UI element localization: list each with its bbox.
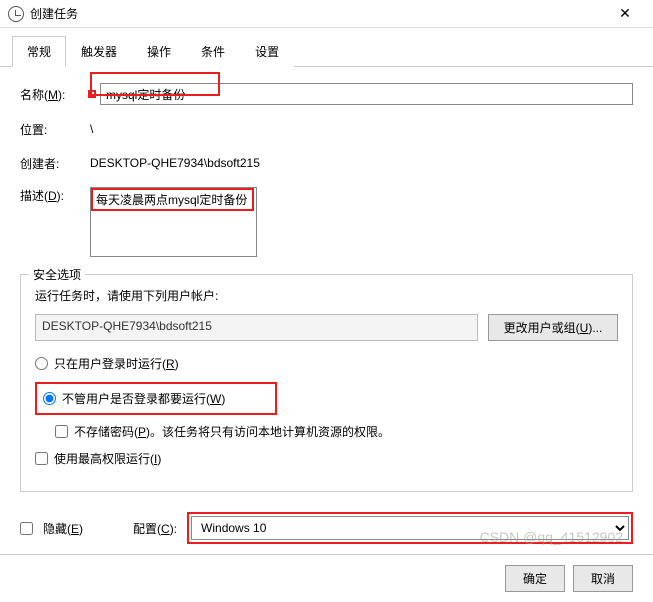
tab-conditions[interactable]: 条件 xyxy=(186,36,240,67)
creator-label: 创建者: xyxy=(20,155,90,172)
close-icon: ✕ xyxy=(619,5,631,22)
tab-settings[interactable]: 设置 xyxy=(240,36,294,67)
checkbox-highest-priv[interactable] xyxy=(35,452,48,465)
radio-logged-on-label: 只在用户登录时运行(R)只在用户登录时运行(R) xyxy=(54,355,179,372)
config-label: 配置(C):配置(C): xyxy=(133,520,177,537)
window-title: 创建任务 xyxy=(30,5,78,22)
runas-user-display: DESKTOP-QHE7934\bdsoft215 xyxy=(35,314,478,341)
checkbox-no-store-pwd[interactable] xyxy=(55,425,68,438)
tab-general[interactable]: 常规 xyxy=(12,36,66,67)
change-user-button[interactable]: 更改用户或组(U)...更改用户或组(U)... xyxy=(488,314,618,341)
security-legend: 安全选项 xyxy=(29,266,85,283)
no-store-pwd-label: 不存储密码(P)。该任务将只有访问本地计算机资源的权限。不存储密码(P)。该任务… xyxy=(74,423,390,440)
tab-actions[interactable]: 操作 xyxy=(132,36,186,67)
config-select[interactable]: Windows 10 xyxy=(191,516,629,540)
security-help: 运行任务时，请使用下列用户帐户: xyxy=(35,287,618,304)
location-label: 位置: xyxy=(20,121,90,138)
tab-strip: 常规 触发器 操作 条件 设置 xyxy=(0,36,653,67)
radio-logged-on[interactable] xyxy=(35,357,48,370)
hidden-label: 隐藏(E)隐藏(E) xyxy=(43,520,83,537)
radio-always[interactable] xyxy=(43,392,56,405)
name-input[interactable] xyxy=(100,83,633,105)
name-label: 名称(M): xyxy=(20,86,90,103)
ok-button[interactable]: 确定 xyxy=(505,565,565,592)
tab-triggers[interactable]: 触发器 xyxy=(66,36,132,67)
highest-priv-label: 使用最高权限运行(I)使用最高权限运行(I) xyxy=(54,450,161,467)
cancel-button[interactable]: 取消 xyxy=(573,565,633,592)
checkbox-hidden[interactable] xyxy=(20,522,33,535)
close-button[interactable]: ✕ xyxy=(605,0,645,28)
radio-always-label: 不管用户是否登录都要运行(W)不管用户是否登录都要运行(W) xyxy=(62,390,225,407)
desc-label: 描述(D):描述(D): xyxy=(20,187,90,204)
clock-icon xyxy=(8,6,24,22)
location-value: \ xyxy=(90,119,93,139)
creator-value: DESKTOP-QHE7934\bdsoft215 xyxy=(90,153,260,173)
description-input[interactable] xyxy=(90,187,257,257)
security-fieldset: 安全选项 运行任务时，请使用下列用户帐户: DESKTOP-QHE7934\bd… xyxy=(20,274,633,492)
